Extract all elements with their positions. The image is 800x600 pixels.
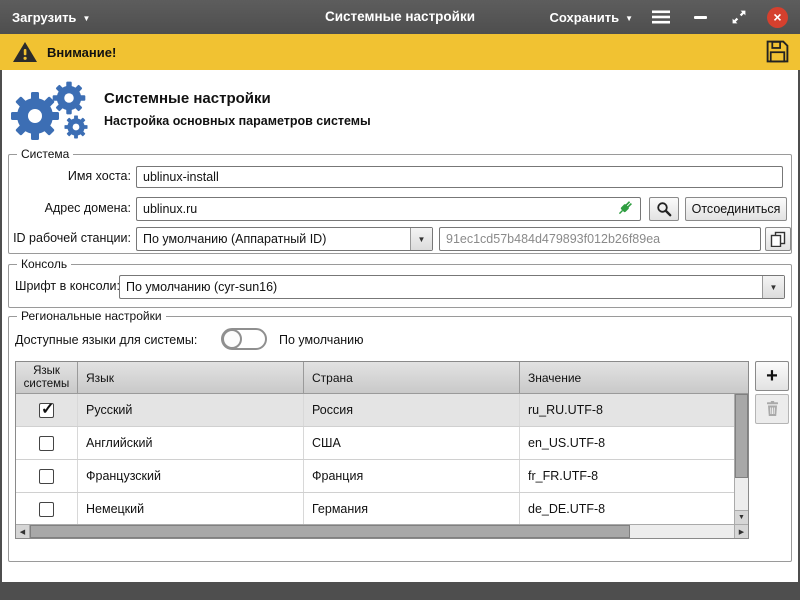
warning-icon: [12, 41, 38, 63]
domain-search-button[interactable]: [649, 197, 679, 221]
country-cell: США: [304, 427, 520, 459]
country-cell: Россия: [304, 394, 520, 426]
system-language-checkbox[interactable]: ✓: [39, 436, 54, 451]
station-id-select[interactable]: По умолчанию (Аппаратный ID) ▼: [136, 227, 433, 251]
station-id-value-field[interactable]: [439, 227, 761, 251]
system-settings-window: Загрузить ▼ Системные настройки Сохранит…: [0, 0, 800, 600]
station-id-label: ID рабочей станции:: [11, 231, 131, 245]
disconnect-button-label: Отсоединиться: [692, 202, 781, 216]
value-cell: en_US.UTF-8: [520, 427, 734, 459]
warning-bar: Внимание!: [0, 34, 800, 70]
country-cell: Франция: [304, 460, 520, 492]
console-group-legend: Консоль: [17, 257, 71, 272]
value-cell: de_DE.UTF-8: [520, 493, 734, 524]
value-cell: fr_FR.UTF-8: [520, 460, 734, 492]
console-font-selected-option: По умолчанию (cyr-sun16): [126, 276, 277, 298]
arrow-right-icon: ▶: [739, 528, 744, 536]
country-cell: Германия: [304, 493, 520, 524]
system-language-checkbox[interactable]: ✓: [39, 502, 54, 517]
save-menu-label: Сохранить: [549, 10, 619, 25]
regional-group: Региональные настройки Доступные языки д…: [8, 316, 792, 562]
dropdown-arrow-icon: ▼: [410, 228, 432, 250]
window-border-left: [0, 34, 2, 600]
dropdown-arrow-icon: ▼: [762, 276, 784, 298]
save-menu-button[interactable]: Сохранить ▼: [549, 0, 633, 34]
status-bar: [0, 582, 800, 600]
close-icon: ×: [773, 10, 781, 24]
system-group-legend: Система: [17, 147, 73, 162]
save-file-button[interactable]: [765, 39, 790, 69]
floppy-disk-icon: [765, 39, 790, 64]
horizontal-scrollbar-thumb[interactable]: [30, 525, 630, 538]
copy-icon: [770, 231, 786, 247]
copy-id-button[interactable]: [765, 227, 791, 251]
table-row[interactable]: ✓ Английский США en_US.UTF-8: [16, 427, 734, 460]
maximize-button[interactable]: [728, 6, 750, 28]
table-row[interactable]: ✓ Немецкий Германия de_DE.UTF-8: [16, 493, 734, 524]
available-languages-label: Доступные языки для системы:: [15, 333, 197, 347]
add-language-button[interactable]: +: [755, 361, 789, 391]
titlebar: Загрузить ▼ Системные настройки Сохранит…: [0, 0, 800, 34]
system-group: Система Имя хоста: Адрес домена: Отсоеди…: [8, 154, 792, 254]
vertical-scrollbar-thumb[interactable]: [735, 394, 748, 478]
maximize-icon: [731, 9, 747, 25]
load-menu-label: Загрузить: [12, 10, 76, 25]
minimize-icon: [694, 16, 707, 19]
table-body: ✓ Русский Россия ru_RU.UTF-8 ✓ Английски…: [16, 394, 734, 524]
language-cell: Русский: [78, 394, 304, 426]
page-subtitle: Настройка основных параметров системы: [104, 114, 371, 128]
caret-down-icon: ▼: [82, 14, 90, 23]
hostname-label: Имя хоста:: [11, 169, 131, 183]
default-toggle-label: По умолчанию: [279, 333, 364, 347]
minimize-button[interactable]: [689, 6, 711, 28]
console-font-select[interactable]: По умолчанию (cyr-sun16) ▼: [119, 275, 785, 299]
language-cell: Английский: [78, 427, 304, 459]
table-header-row: Язык системы Язык Страна Значение: [16, 362, 748, 394]
system-language-checkbox[interactable]: ✓: [39, 403, 54, 418]
station-id-selected-option: По умолчанию (Аппаратный ID): [143, 228, 326, 250]
console-group: Консоль Шрифт в консоли: По умолчанию (c…: [8, 264, 792, 308]
trash-icon: [765, 401, 780, 417]
menu-button[interactable]: [650, 6, 672, 28]
console-font-label: Шрифт в консоли:: [15, 279, 120, 293]
warning-text: Внимание!: [47, 45, 116, 60]
check-icon: ✓: [41, 399, 54, 419]
arrow-left-icon: ◀: [20, 528, 25, 536]
plug-connected-icon: [615, 199, 634, 223]
column-header-language[interactable]: Язык: [78, 362, 304, 394]
page-title: Системные настройки: [104, 90, 271, 107]
delete-language-button[interactable]: [755, 394, 789, 424]
gears-icon: [8, 80, 96, 147]
scroll-left-button[interactable]: ◀: [16, 525, 30, 538]
language-cell: Немецкий: [78, 493, 304, 524]
column-header-value[interactable]: Значение: [520, 362, 748, 394]
table-row[interactable]: ✓ Русский Россия ru_RU.UTF-8: [16, 394, 734, 427]
caret-down-icon: ▼: [625, 14, 633, 23]
disconnect-button[interactable]: Отсоединиться: [685, 197, 787, 221]
vertical-scrollbar[interactable]: ▼: [734, 394, 748, 524]
domain-input[interactable]: [136, 197, 641, 221]
domain-label: Адрес домена:: [11, 201, 131, 215]
system-language-checkbox[interactable]: ✓: [39, 469, 54, 484]
languages-table: Язык системы Язык Страна Значение ✓ Русс…: [15, 361, 749, 539]
load-menu-button[interactable]: Загрузить ▼: [12, 0, 90, 34]
scroll-down-button[interactable]: ▼: [735, 510, 748, 524]
table-row[interactable]: ✓ Французский Франция fr_FR.UTF-8: [16, 460, 734, 493]
scroll-right-button[interactable]: ▶: [734, 525, 748, 538]
horizontal-scrollbar[interactable]: ◀ ▶: [16, 524, 748, 538]
plus-icon: +: [766, 365, 778, 388]
hostname-input[interactable]: [136, 166, 783, 188]
value-cell: ru_RU.UTF-8: [520, 394, 734, 426]
close-button[interactable]: ×: [767, 7, 788, 28]
languages-toggle[interactable]: [221, 328, 267, 350]
search-icon: [656, 201, 672, 217]
regional-group-legend: Региональные настройки: [17, 309, 166, 324]
language-cell: Французский: [78, 460, 304, 492]
column-header-country[interactable]: Страна: [304, 362, 520, 394]
toggle-knob: [222, 329, 242, 349]
column-header-system-language[interactable]: Язык системы: [16, 362, 78, 394]
arrow-down-icon: ▼: [738, 514, 745, 521]
hamburger-icon: [652, 10, 670, 24]
